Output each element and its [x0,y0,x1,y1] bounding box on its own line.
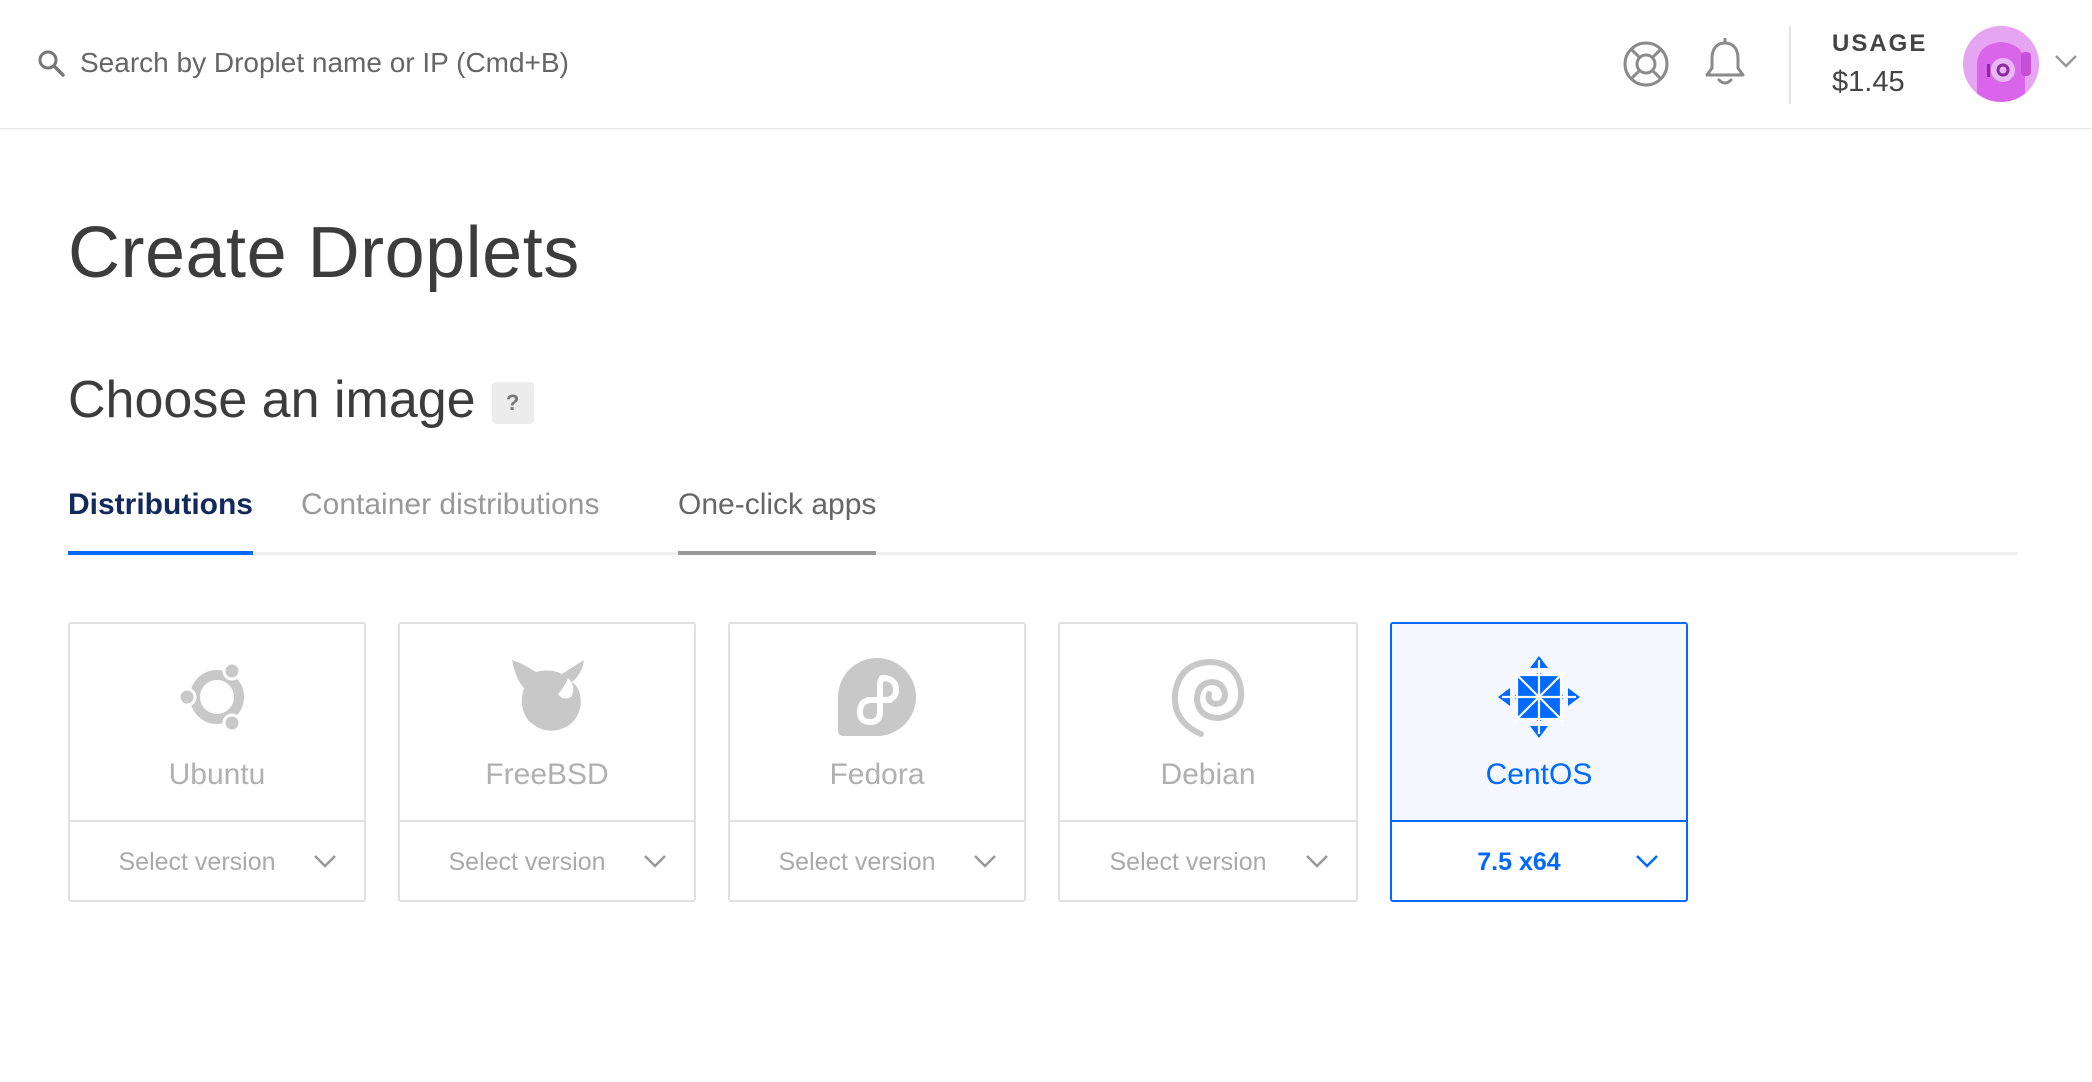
help-badge[interactable]: ? [491,382,534,424]
freebsd-logo-icon [512,660,584,731]
usage-summary[interactable]: USAGE $1.45 [1832,30,1927,99]
distro-name: CentOS [1485,758,1593,791]
avatar-robot-icon [1963,26,2039,102]
avatar[interactable] [1963,26,2039,102]
debian-logo-icon [1171,658,1245,737]
chevron-down-icon[interactable] [1304,852,1330,870]
centos-logo-icon [1498,656,1580,738]
distro-card-body: Debian [1060,624,1356,820]
tab-one-click-apps[interactable]: One-click apps [678,480,877,555]
distro-name: FreeBSD [485,758,609,791]
section-header: Choose an image ? [68,370,534,430]
search-input[interactable] [80,47,900,79]
chevron-down-icon[interactable] [642,852,668,870]
distro-card-body: Ubuntu [70,624,364,820]
tab-distributions[interactable]: Distributions [68,480,253,555]
chevron-down-icon[interactable] [312,852,338,870]
distro-name: Fedora [829,758,925,791]
usage-value: $1.45 [1832,66,1905,98]
distro-card-centos[interactable]: CentOS 7.5 x64 [1390,622,1688,902]
distro-card-body: FreeBSD [400,624,694,820]
chevron-down-icon[interactable] [2053,52,2079,70]
image-tabs: Distributions Container distributions On… [68,480,2018,558]
chevron-down-icon[interactable] [1634,852,1660,870]
section-title: Choose an image [68,371,476,429]
usage-label: USAGE [1832,30,1928,57]
distro-card-ubuntu[interactable]: Ubuntu Select version [68,622,366,902]
ubuntu-logo-icon [177,661,244,733]
top-bar: USAGE $1.45 [0,0,2092,129]
fedora-logo-icon [838,658,916,736]
distro-card-debian[interactable]: Debian Select version [1058,622,1358,902]
distro-card-body: CentOS [1392,624,1686,820]
page-title: Create Droplets [68,213,580,293]
distro-card-fedora[interactable]: Fedora Select version [728,622,1026,902]
tab-container-distributions[interactable]: Container distributions [301,480,600,555]
search-icon [38,50,65,77]
bell-icon[interactable] [1701,38,1749,88]
distro-card-freebsd[interactable]: FreeBSD Select version [398,622,696,902]
help-lifebuoy-icon[interactable] [1622,40,1670,88]
distro-name: Debian [1160,758,1256,791]
distro-card-body: Fedora [730,624,1024,820]
search-bar [36,40,936,86]
chevron-down-icon[interactable] [972,852,998,870]
distro-name: Ubuntu [168,758,266,791]
topbar-divider [1789,26,1791,104]
